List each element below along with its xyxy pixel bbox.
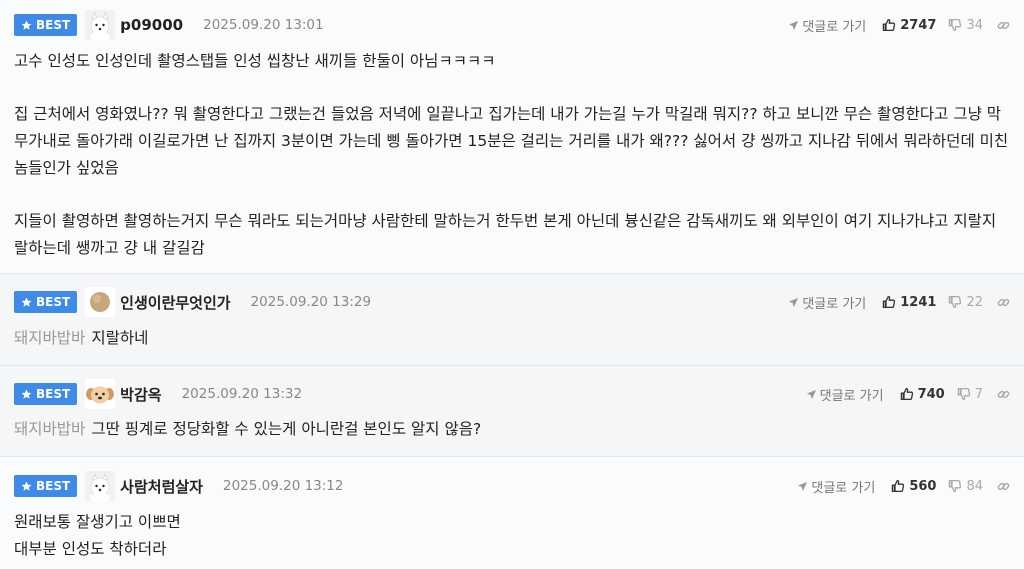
best-badge: BEST	[14, 291, 78, 313]
reply-label: 댓글로 가기	[819, 388, 884, 404]
like-button[interactable]: 1241	[882, 295, 936, 310]
comment-actions: 댓글로 가기 740 7	[806, 380, 1010, 408]
reply-label: 댓글로 가기	[802, 19, 867, 35]
star-icon	[21, 297, 32, 307]
best-badge-label: BEST	[36, 387, 71, 401]
best-badge: BEST	[14, 475, 78, 497]
dislike-count: 22	[966, 294, 983, 310]
thumbs-down-icon	[949, 18, 962, 32]
thumbs-down-icon	[957, 387, 970, 401]
avatar[interactable]	[85, 379, 116, 409]
send-icon	[789, 20, 799, 30]
comment-date: 2025.09.20 13:29	[250, 294, 372, 310]
comment-actions: 댓글로 가기 2747 34	[788, 11, 1010, 39]
send-icon	[806, 389, 816, 399]
comment-item: BEST 박감옥 2025.09.20 13:32 댓글로 가기 740 7 돼…	[0, 366, 1024, 457]
best-badge: BEST	[14, 383, 78, 405]
avatar-dog-icon	[85, 10, 116, 40]
link-icon	[997, 297, 1010, 307]
dislike-button[interactable]: 34	[948, 18, 983, 33]
star-icon	[21, 20, 32, 30]
dislike-button[interactable]: 84	[948, 479, 983, 494]
like-button[interactable]: 560	[891, 479, 936, 494]
comment-body: 원래보통 잘생기고 이쁘면 대부분 인성도 착하더라	[14, 509, 1010, 563]
thumbs-up-icon	[883, 295, 896, 309]
comment-line: 대부분 인성도 착하더라	[14, 540, 167, 558]
thumbs-down-icon	[949, 295, 962, 309]
share-link-button[interactable]	[997, 388, 1010, 401]
nickname[interactable]: 사람처럼살자	[120, 476, 203, 497]
comment-date: 2025.09.20 13:32	[181, 386, 303, 402]
like-count: 560	[909, 478, 937, 494]
dislike-button[interactable]: 22	[948, 295, 983, 310]
like-count: 2747	[900, 17, 937, 33]
share-link-button[interactable]	[997, 296, 1010, 309]
avatar-dog-icon	[85, 471, 116, 501]
comment-paragraph: 집 근처에서 영화였나?? 뭐 촬영한다고 그랬는건 들었음 저녁에 일끝나고 …	[14, 105, 1009, 177]
comment-date: 2025.09.20 13:01	[203, 17, 324, 33]
reply-to-nickname[interactable]: 돼지바밥바	[14, 420, 85, 438]
link-icon	[997, 389, 1010, 399]
send-icon	[798, 481, 808, 491]
comment-body: 돼지바밥바 지랄하네	[14, 325, 1010, 352]
comment-paragraph: 고수 인성도 인성인데 촬영스탭들 인성 씹창난 새끼들 한둘이 아님ㅋㅋㅋㅋ	[14, 52, 496, 70]
reply-link[interactable]: 댓글로 가기	[788, 16, 866, 35]
dislike-count: 84	[966, 478, 983, 494]
link-icon	[997, 20, 1010, 30]
avatar[interactable]	[85, 471, 116, 501]
best-badge-label: BEST	[36, 18, 71, 32]
comment-item: BEST 인생이란무엇인가 2025.09.20 13:29 댓글로 가기 12…	[0, 274, 1024, 366]
reply-to-nickname[interactable]: 돼지바밥바	[14, 329, 85, 347]
reply-label: 댓글로 가기	[811, 480, 876, 496]
avatar-ball-icon	[85, 287, 116, 317]
comment-actions: 댓글로 가기 1241 22	[788, 288, 1010, 316]
like-button[interactable]: 2747	[882, 18, 936, 33]
dislike-button[interactable]: 7	[957, 387, 983, 402]
avatar-dog-icon	[85, 379, 116, 409]
avatar[interactable]	[85, 10, 116, 40]
reply-link[interactable]: 댓글로 가기	[806, 385, 884, 404]
like-button[interactable]: 740	[900, 387, 945, 402]
star-icon	[21, 481, 32, 491]
reply-label: 댓글로 가기	[802, 296, 867, 312]
star-icon	[21, 389, 32, 399]
dislike-count: 7	[974, 386, 983, 402]
comment-body: 돼지바밥바 그딴 핑계로 정당화할 수 있는게 아니란걸 본인도 알지 않음?	[14, 416, 1010, 443]
comment-body: 고수 인성도 인성인데 촬영스탭들 인성 씹창난 새끼들 한둘이 아님ㅋㅋㅋㅋ …	[14, 48, 1010, 262]
nickname[interactable]: 인생이란무엇인가	[120, 292, 230, 313]
comment-date: 2025.09.20 13:12	[222, 478, 344, 494]
like-count: 740	[917, 386, 945, 402]
best-badge-label: BEST	[36, 479, 71, 493]
thumbs-up-icon	[883, 18, 896, 32]
thumbs-up-icon	[892, 479, 905, 493]
comment-actions: 댓글로 가기 560 84	[797, 472, 1010, 500]
comment-header: BEST 사람처럼살자 2025.09.20 13:12 댓글로 가기 560 …	[14, 471, 1010, 501]
share-link-button[interactable]	[997, 19, 1010, 32]
best-badge: BEST	[14, 14, 78, 36]
best-badge-label: BEST	[36, 295, 71, 309]
comment-text: 지랄하네	[91, 329, 149, 347]
send-icon	[789, 297, 799, 307]
share-link-button[interactable]	[997, 480, 1010, 493]
reply-link[interactable]: 댓글로 가기	[797, 477, 875, 496]
comment-text: 그딴 핑계로 정당화할 수 있는게 아니란걸 본인도 알지 않음?	[91, 420, 482, 438]
avatar[interactable]	[85, 287, 116, 317]
nickname[interactable]: 박감옥	[120, 384, 161, 405]
thumbs-up-icon	[900, 387, 913, 401]
reply-link[interactable]: 댓글로 가기	[788, 293, 866, 312]
thumbs-down-icon	[949, 479, 962, 493]
comment-line: 원래보통 잘생기고 이쁘면	[14, 513, 181, 531]
like-count: 1241	[900, 294, 937, 310]
comment-header: BEST 박감옥 2025.09.20 13:32 댓글로 가기 740 7	[14, 379, 1010, 409]
comment-item: BEST p09000 2025.09.20 13:01 댓글로 가기 2747…	[0, 0, 1024, 274]
link-icon	[997, 481, 1010, 491]
comment-paragraph: 지들이 촬영하면 촬영하는거지 무슨 뭐라도 되는거마냥 사람한테 말하는거 한…	[14, 212, 997, 257]
dislike-count: 34	[966, 17, 983, 33]
comment-header: BEST p09000 2025.09.20 13:01 댓글로 가기 2747…	[14, 10, 1010, 40]
nickname[interactable]: p09000	[120, 16, 183, 34]
comment-header: BEST 인생이란무엇인가 2025.09.20 13:29 댓글로 가기 12…	[14, 287, 1010, 317]
comment-item: BEST 사람처럼살자 2025.09.20 13:12 댓글로 가기 560 …	[0, 457, 1024, 569]
